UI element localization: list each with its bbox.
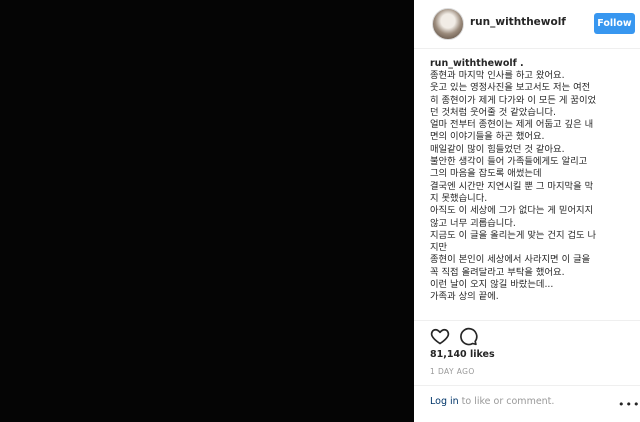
- caption-line: 않고 너무 괴롭습니다.: [430, 217, 516, 229]
- more-options-icon[interactable]: •••: [618, 398, 640, 411]
- caption-username[interactable]: run_withthewolf .: [430, 57, 630, 70]
- post-image: [0, 0, 414, 422]
- avatar[interactable]: [432, 8, 464, 40]
- caption-line: 꼭 직접 올려달라고 부탁을 했어요.: [430, 266, 565, 278]
- login-prompt: Log in to like or comment.: [430, 396, 554, 407]
- caption-line: 지 못했습니다.: [430, 192, 488, 204]
- post-date: 1 DAY AGO: [430, 367, 475, 376]
- login-link[interactable]: Log in: [430, 396, 459, 407]
- login-prompt-text: to like or comment.: [458, 396, 555, 407]
- follow-button[interactable]: Follow: [594, 13, 635, 34]
- caption-line: 지만: [430, 242, 448, 254]
- username-link[interactable]: run_withthewolf: [470, 16, 566, 28]
- caption-line: 얼마 전부터 종현이는 제게 어둡고 깊은 내: [430, 119, 594, 131]
- caption-line: 종현이 본인이 세상에서 사라지면 이 글을: [430, 254, 591, 266]
- caption-line: 아직도 이 세상에 그가 없다는 게 믿어지지: [430, 205, 594, 217]
- post-side-panel: run_withthewolf Follow run_withthewolf .…: [414, 0, 640, 422]
- caption-line: 종현과 마지막 인사를 하고 왔어요.: [430, 70, 565, 81]
- caption-line: 면의 이야기들을 하곤 했어요.: [430, 131, 545, 143]
- like-count[interactable]: 81,140 likes: [430, 349, 495, 360]
- post-header: run_withthewolf Follow: [414, 0, 640, 49]
- comment-icon[interactable]: [458, 326, 478, 346]
- caption-line: 불안한 생각이 들어 가족들에게도 알리고: [430, 156, 588, 168]
- caption-line: 히 종현이가 제게 다가와 이 모든 게 꿈이었: [430, 94, 597, 106]
- caption-text: 종현과 마지막 인사를 하고 왔어요. 웃고 있는 영정사진을 보고서도 저는 여…: [430, 70, 630, 304]
- divider: [414, 320, 640, 321]
- caption-line: 가족과 상의 끝에.: [430, 291, 499, 303]
- caption-line: 던 것처럼 웃어줄 것 같았습니다.: [430, 106, 556, 118]
- caption-line: 웃고 있는 영정사진을 보고서도 저는 여전: [430, 82, 591, 94]
- caption-line: 지금도 이 글을 올리는게 맞는 건지 겁도 나: [430, 229, 597, 241]
- caption-line: 이런 날이 오지 않길 바랐는데...: [430, 279, 554, 291]
- caption: run_withthewolf . 종현과 마지막 인사를 하고 왔어요. 웃고 …: [430, 57, 630, 319]
- heart-icon[interactable]: [430, 326, 450, 346]
- caption-line: 매일같이 많이 힘들었던 것 같아요.: [430, 143, 565, 155]
- caption-line: 결국엔 시간만 지연시킬 뿐 그 마지막을 막: [430, 180, 594, 192]
- caption-line: 그의 마음을 잡도록 애썼는데: [430, 168, 542, 180]
- divider: [414, 385, 640, 386]
